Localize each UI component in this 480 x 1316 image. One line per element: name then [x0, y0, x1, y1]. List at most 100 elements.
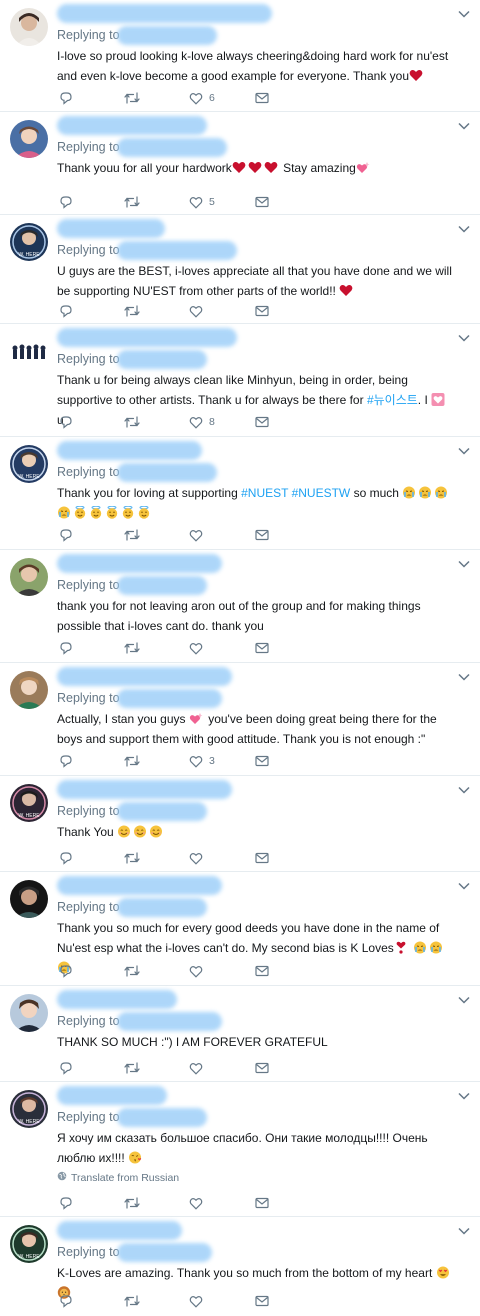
dm-button[interactable] [255, 640, 269, 656]
retweet-button[interactable] [124, 194, 140, 210]
reply-tweet-11[interactable]: W. HERE Replying to Я хочу им сказать бо… [0, 1082, 480, 1217]
retweet-button[interactable] [124, 303, 140, 319]
chevron-down-icon[interactable] [458, 996, 470, 1004]
reply-button[interactable] [59, 1060, 73, 1076]
avatar[interactable] [10, 120, 48, 158]
chevron-down-icon[interactable] [458, 122, 470, 130]
like-button[interactable] [189, 1060, 209, 1076]
like-button[interactable] [189, 640, 209, 656]
chevron-down-icon[interactable] [458, 225, 470, 233]
dm-button[interactable] [255, 1293, 269, 1309]
avatar[interactable]: W. HERE [10, 784, 48, 822]
dm-button[interactable] [255, 753, 269, 769]
tweet-actions: 8 [57, 414, 297, 430]
avatar[interactable] [10, 8, 48, 46]
like-button[interactable] [189, 303, 209, 319]
like-button[interactable]: 3 [189, 753, 215, 769]
reply-tweet-4[interactable]: Replying to Thank u for being always cle… [0, 324, 480, 437]
translate-link[interactable]: Translate from Russian [57, 1171, 179, 1184]
avatar[interactable]: W. HERE [10, 445, 48, 483]
reply-button[interactable] [59, 850, 73, 866]
dm-button[interactable] [255, 1060, 269, 1076]
reply-tweet-9[interactable]: Replying to Thank you so much for every … [0, 872, 480, 986]
like-button[interactable] [189, 1195, 209, 1211]
avatar[interactable] [10, 332, 48, 370]
reply-button[interactable] [59, 194, 73, 210]
reply-tweet-2[interactable]: Replying to Thank youu for all your hard… [0, 112, 480, 215]
like-button[interactable]: 8 [189, 414, 215, 430]
reply-tweet-10[interactable]: Replying to THANK SO MUCH :") I AM FOREV… [0, 986, 480, 1082]
retweet-button[interactable] [124, 963, 140, 979]
like-icon [189, 416, 203, 429]
reply-tweet-5[interactable]: W. HERE Replying to Thank you for loving… [0, 437, 480, 550]
reply-button[interactable] [59, 303, 73, 319]
retweet-icon [124, 416, 140, 428]
retweet-button[interactable] [124, 753, 140, 769]
dm-button[interactable] [255, 414, 269, 430]
reply-tweet-12[interactable]: W. HERE Replying to K-Loves are amazing.… [0, 1217, 480, 1316]
chevron-down-icon[interactable] [458, 882, 470, 890]
reply-button[interactable] [59, 414, 73, 430]
retweet-button[interactable] [124, 527, 140, 543]
reply-tweet-7[interactable]: Replying to Actually, I stan you guys yo… [0, 663, 480, 776]
avatar[interactable]: W. HERE [10, 223, 48, 261]
like-button[interactable]: 5 [189, 194, 215, 210]
retweet-button[interactable] [124, 640, 140, 656]
chevron-down-icon[interactable] [458, 10, 470, 18]
reply-button[interactable] [59, 1195, 73, 1211]
hashtag-link[interactable]: #뉴이스트 [367, 393, 418, 407]
dm-button[interactable] [255, 1195, 269, 1211]
like-button[interactable] [189, 527, 209, 543]
avatar[interactable] [10, 880, 48, 918]
dm-button[interactable] [255, 963, 269, 979]
tweet-text: thank you for not leaving aron out of th… [57, 596, 454, 636]
dm-icon [255, 1062, 269, 1074]
retweet-button[interactable] [124, 90, 140, 106]
chevron-down-icon[interactable] [458, 560, 470, 568]
like-button[interactable] [189, 1293, 209, 1309]
reply-button[interactable] [59, 527, 73, 543]
red-heart-emoji-icon [248, 162, 262, 173]
dm-button[interactable] [255, 90, 269, 106]
dm-button[interactable] [255, 303, 269, 319]
dm-button[interactable] [255, 194, 269, 210]
reply-button[interactable] [59, 640, 73, 656]
retweet-button[interactable] [124, 1293, 140, 1309]
dm-icon [255, 965, 269, 977]
chevron-down-icon[interactable] [458, 786, 470, 794]
avatar[interactable]: W. HERE [10, 1225, 48, 1263]
like-button[interactable] [189, 963, 209, 979]
reply-tweet-3[interactable]: W. HERE Replying to U guys are the BEST,… [0, 215, 480, 324]
like-icon [189, 755, 203, 768]
retweet-icon [124, 755, 140, 767]
reply-button[interactable] [59, 1293, 73, 1309]
retweet-button[interactable] [124, 414, 140, 430]
avatar[interactable] [10, 558, 48, 596]
reply-tweet-1[interactable]: Replying to I-love so proud looking k-lo… [0, 0, 480, 112]
like-button[interactable]: 6 [189, 90, 215, 106]
avatar[interactable] [10, 671, 48, 709]
chevron-down-icon[interactable] [458, 673, 470, 681]
chevron-down-icon[interactable] [458, 334, 470, 342]
like-button[interactable] [189, 850, 209, 866]
dm-button[interactable] [255, 527, 269, 543]
chevron-down-icon[interactable] [458, 1227, 470, 1235]
chevron-down-icon[interactable] [458, 447, 470, 455]
hashtag-link[interactable]: #NUEST #NUESTW [241, 486, 350, 500]
reply-tweet-6[interactable]: Replying to thank you for not leaving ar… [0, 550, 480, 663]
retweet-button[interactable] [124, 1195, 140, 1211]
retweet-button[interactable] [124, 850, 140, 866]
reply-button[interactable] [59, 963, 73, 979]
reply-button[interactable] [59, 90, 73, 106]
reply-button[interactable] [59, 753, 73, 769]
reply-tweet-8[interactable]: W. HERE Replying to Thank You [0, 776, 480, 872]
avatar[interactable]: W. HERE [10, 1090, 48, 1128]
dm-button[interactable] [255, 850, 269, 866]
tweet-text-body: Thank you for loving at supporting [57, 486, 238, 500]
chevron-down-icon[interactable] [458, 1092, 470, 1100]
tweet-text-body: Thank you so much for every good deeds y… [57, 921, 440, 955]
redacted-display-name [57, 667, 232, 686]
redacted-display-name [57, 116, 207, 135]
retweet-button[interactable] [124, 1060, 140, 1076]
avatar[interactable] [10, 994, 48, 1032]
